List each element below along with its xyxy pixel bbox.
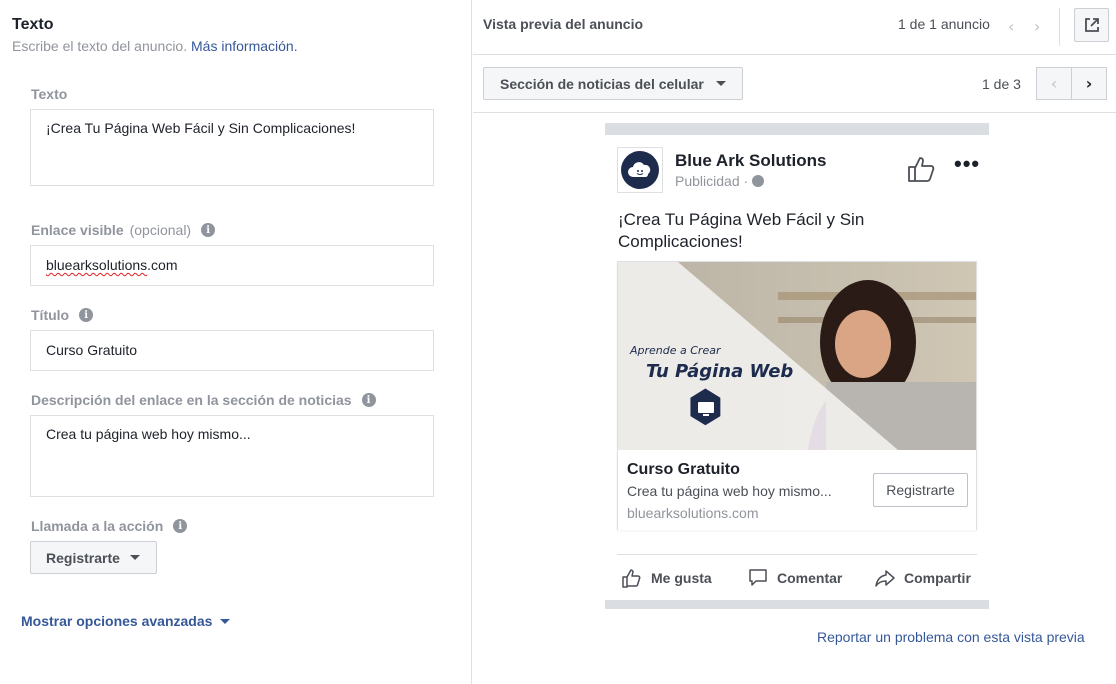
advanced-options-toggle[interactable]: Mostrar opciones avanzadas xyxy=(21,613,231,629)
section-title: Texto xyxy=(12,16,54,33)
card-description: Crea tu página web hoy mismo... xyxy=(627,483,832,499)
chevron-left-icon[interactable]: ‹ xyxy=(1008,17,1014,36)
ad-image: Aprende a Crear Tu Página Web xyxy=(618,262,976,450)
preview-header: Vista previa del anuncio 1 de 1 anuncio … xyxy=(473,0,1116,55)
description-field[interactable]: Crea tu página web hoy mismo... xyxy=(30,415,434,497)
page-name[interactable]: Blue Ark Solutions xyxy=(675,151,826,171)
display-link-value-misspelled: bluearksolutions xyxy=(46,257,148,273)
description-label-text: Descripción del enlace en la sección de … xyxy=(31,392,352,408)
ad-text-panel: Texto Escribe el texto del anuncio. Más … xyxy=(0,0,472,684)
image-overlay-line2: Tu Página Web xyxy=(646,361,794,382)
link-card[interactable]: Aprende a Crear Tu Página Web Curso Grat… xyxy=(617,261,977,530)
ad-preview: Blue Ark Solutions Publicidad · ••• ¡Cre… xyxy=(605,123,989,609)
phone-bottom-bar xyxy=(605,600,989,609)
cta-dropdown-value: Registrarte xyxy=(46,549,120,566)
prev-placement-button[interactable]: ‹ xyxy=(1036,67,1072,100)
phone-top-bar xyxy=(605,123,989,135)
page-avatar[interactable] xyxy=(617,147,663,193)
more-info-link[interactable]: Más información. xyxy=(191,38,298,54)
headline-label: Título i xyxy=(31,307,94,323)
comment-label: Comentar xyxy=(777,570,843,586)
display-link-value-suffix: .com xyxy=(147,257,178,273)
cloud-logo-icon xyxy=(621,151,659,189)
card-cta-button[interactable]: Registrarte xyxy=(873,473,968,507)
ad-count: 1 de 1 anuncio xyxy=(898,16,990,32)
globe-icon xyxy=(752,175,765,187)
advanced-options-label: Mostrar opciones avanzadas xyxy=(21,613,213,629)
more-options-icon[interactable]: ••• xyxy=(954,151,980,177)
ad-primary-text: ¡Crea Tu Página Web Fácil y Sin Complica… xyxy=(618,210,865,251)
cta-label: Llamada a la acción i xyxy=(31,518,188,534)
chevron-right-icon: › xyxy=(1085,74,1093,93)
share-button[interactable]: Compartir xyxy=(874,567,971,589)
info-icon[interactable]: i xyxy=(201,223,216,237)
like-label: Me gusta xyxy=(651,570,712,586)
divider xyxy=(1059,8,1060,46)
description-value: Crea tu página web hoy mismo... xyxy=(46,426,251,442)
chevron-left-icon: ‹ xyxy=(1050,74,1058,93)
open-external-button[interactable] xyxy=(1074,8,1109,42)
cta-label-text: Llamada a la acción xyxy=(31,518,164,534)
info-icon[interactable]: i xyxy=(79,308,94,322)
caret-down-icon xyxy=(129,555,140,560)
placement-bar: Sección de noticias del celular 1 de 3 ‹… xyxy=(473,56,1116,113)
info-icon[interactable]: i xyxy=(173,519,188,533)
preview-title: Vista previa del anuncio xyxy=(483,16,644,32)
link-card-info: Curso Gratuito Crea tu página web hoy mi… xyxy=(618,450,976,530)
comment-button[interactable]: Comentar xyxy=(747,567,842,589)
text-field-value: ¡Crea Tu Página Web Fácil y Sin Complica… xyxy=(46,120,356,136)
section-subtitle-text: Escribe el texto del anuncio. xyxy=(12,38,188,54)
sponsored-text: Publicidad · xyxy=(675,173,749,189)
thumbs-up-icon xyxy=(622,569,641,588)
placement-count: 1 de 3 xyxy=(982,76,1021,92)
ad-preview-panel: Vista previa del anuncio 1 de 1 anuncio … xyxy=(473,0,1116,684)
like-button[interactable]: Me gusta xyxy=(621,567,712,589)
display-link-field[interactable]: bluearksolutions.com xyxy=(30,245,434,286)
display-link-label: Enlace visible (opcional) i xyxy=(31,222,216,238)
info-icon[interactable]: i xyxy=(361,393,376,407)
share-label: Compartir xyxy=(904,570,971,586)
text-field-label-text: Texto xyxy=(31,86,68,102)
headline-label-text: Título xyxy=(31,307,70,323)
optional-tag: (opcional) xyxy=(129,222,192,238)
post-actions-bar: Me gusta Comentar Compartir xyxy=(617,554,977,600)
cta-dropdown[interactable]: Registrarte xyxy=(30,541,157,574)
like-page-icon[interactable] xyxy=(907,155,939,186)
report-problem-link[interactable]: Reportar un problema con esta vista prev… xyxy=(817,629,1085,645)
comment-icon xyxy=(749,569,767,586)
headline-field[interactable]: Curso Gratuito xyxy=(30,330,434,371)
caret-down-icon xyxy=(715,81,726,86)
placement-dropdown[interactable]: Sección de noticias del celular xyxy=(483,67,743,100)
card-headline: Curso Gratuito xyxy=(627,461,740,478)
card-domain: bluearksolutions.com xyxy=(627,505,759,521)
external-link-icon xyxy=(1084,18,1099,32)
image-overlay-line1: Aprende a Crear xyxy=(630,344,721,357)
headline-value: Curso Gratuito xyxy=(46,342,138,358)
next-placement-button[interactable]: › xyxy=(1071,67,1107,100)
description-label: Descripción del enlace en la sección de … xyxy=(31,392,376,408)
text-field[interactable]: ¡Crea Tu Página Web Fácil y Sin Complica… xyxy=(30,109,434,186)
share-icon xyxy=(875,570,895,587)
section-subtitle: Escribe el texto del anuncio. Más inform… xyxy=(12,38,298,54)
display-link-label-text: Enlace visible xyxy=(31,222,124,238)
sponsored-label: Publicidad · xyxy=(675,173,765,189)
caret-down-icon xyxy=(220,618,231,624)
placement-value: Sección de noticias del celular xyxy=(500,75,704,92)
chevron-right-icon[interactable]: › xyxy=(1034,17,1040,36)
text-field-label: Texto xyxy=(31,86,67,102)
